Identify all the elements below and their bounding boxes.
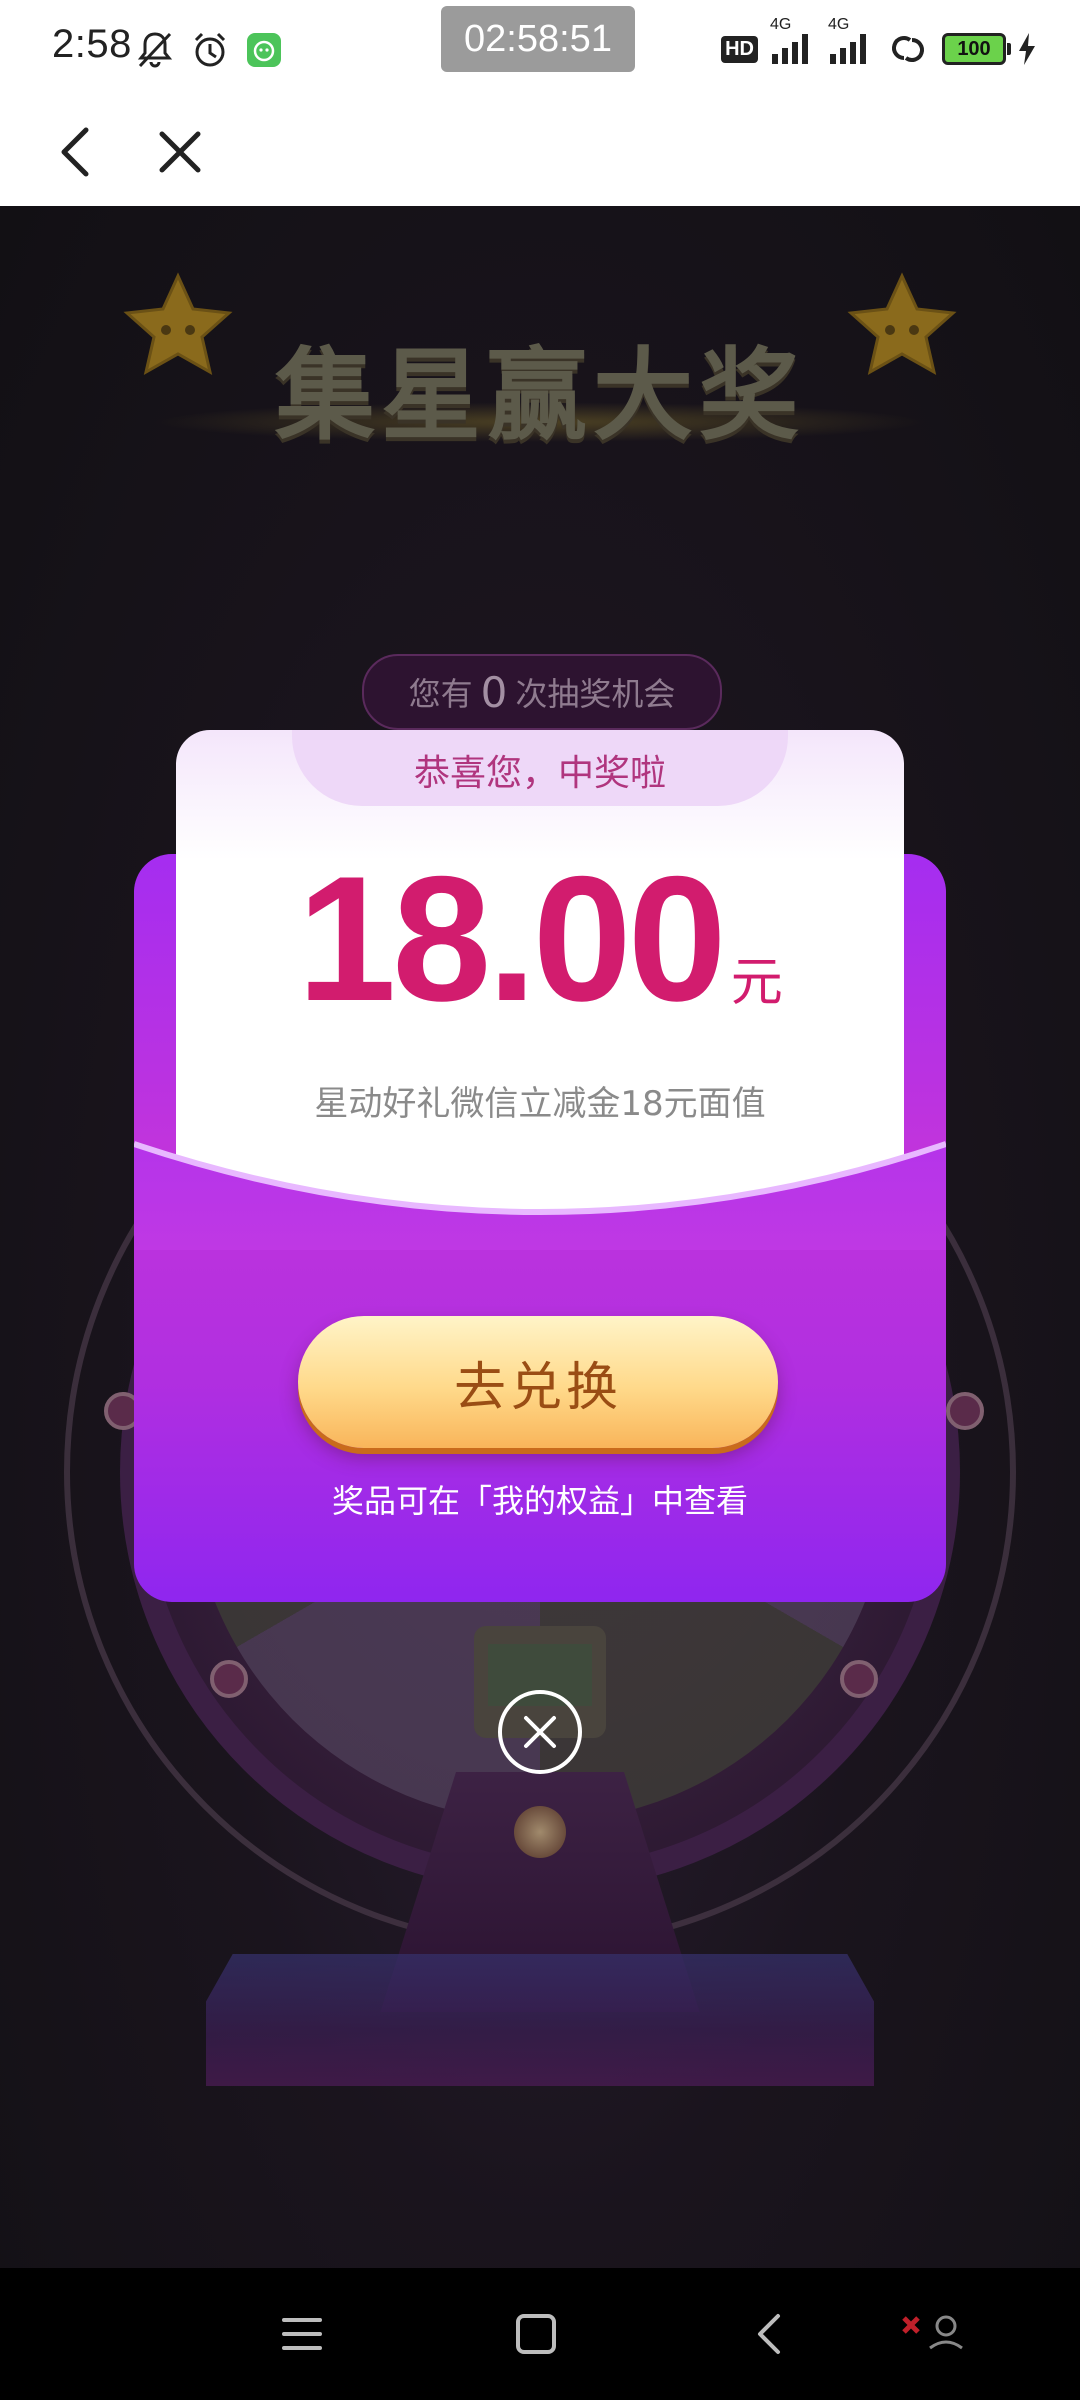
mute-bell-icon bbox=[137, 32, 173, 68]
chances-count: 0 bbox=[480, 667, 508, 717]
app-notification-icon bbox=[247, 33, 281, 67]
menu-icon[interactable] bbox=[272, 2304, 332, 2364]
status-clock-pill: 02:58:51 bbox=[441, 6, 635, 72]
prize-amount: 18.00 元 bbox=[176, 850, 904, 1028]
status-right-icons: HD 4G 4G 100 bbox=[721, 16, 1036, 68]
wheel-light bbox=[840, 1660, 878, 1698]
signal-icon bbox=[772, 34, 808, 64]
prize-hint: 奖品可在「我的权益」中查看 bbox=[331, 1482, 748, 1520]
wheel-light bbox=[210, 1660, 248, 1698]
status-time: 2:58 bbox=[52, 22, 132, 66]
redeem-button[interactable]: 去兑换 bbox=[298, 1316, 778, 1448]
home-icon[interactable] bbox=[506, 2304, 566, 2364]
status-bar: 2:58 02:58:51 HD 4G 4G 100 bbox=[0, 0, 1080, 100]
chances-badge: 您有 0 次抽奖机会 bbox=[362, 654, 722, 730]
modal-close-button[interactable] bbox=[498, 1690, 582, 1774]
charging-icon bbox=[1019, 33, 1035, 65]
system-navigation-bar bbox=[0, 2268, 1080, 2400]
signal-icon bbox=[830, 34, 866, 64]
network-label-1: 4G bbox=[770, 16, 792, 33]
signal-1: 4G bbox=[770, 16, 816, 68]
wheel-knob bbox=[514, 1806, 566, 1858]
network-label-2: 4G bbox=[828, 16, 850, 33]
signal-2: 4G bbox=[828, 16, 874, 68]
envelope-flap bbox=[134, 1141, 946, 1250]
battery-indicator: 100 bbox=[942, 33, 1011, 65]
link-icon bbox=[892, 36, 924, 62]
page-title: 集星赢大奖 bbox=[275, 337, 805, 454]
watermark-logo-icon bbox=[902, 2315, 963, 2350]
close-icon bbox=[524, 1716, 556, 1748]
status-left-icons bbox=[136, 30, 282, 70]
chances-suffix: 次抽奖机会 bbox=[515, 675, 676, 713]
back-icon[interactable] bbox=[740, 2304, 800, 2364]
chances-prefix: 您有 bbox=[408, 675, 473, 713]
wheel-light bbox=[946, 1392, 984, 1430]
wheel-base bbox=[206, 1954, 874, 2086]
prize-amount-unit: 元 bbox=[730, 953, 783, 1013]
alarm-icon bbox=[194, 32, 226, 67]
webview-nav-bar bbox=[0, 100, 1080, 206]
prize-amount-value: 18.00 bbox=[297, 839, 726, 1038]
back-icon[interactable] bbox=[46, 120, 110, 184]
close-icon[interactable] bbox=[148, 120, 212, 184]
hd-badge: HD bbox=[721, 35, 758, 63]
prize-modal: 恭喜您，中奖啦 18.00 元 星动好礼微信立减金18元面值 去兑换 奖品可在「我… bbox=[134, 730, 946, 1602]
prize-description: 星动好礼微信立减金18元面值 bbox=[314, 1084, 766, 1124]
modal-congrats: 恭喜您，中奖啦 bbox=[413, 753, 666, 794]
